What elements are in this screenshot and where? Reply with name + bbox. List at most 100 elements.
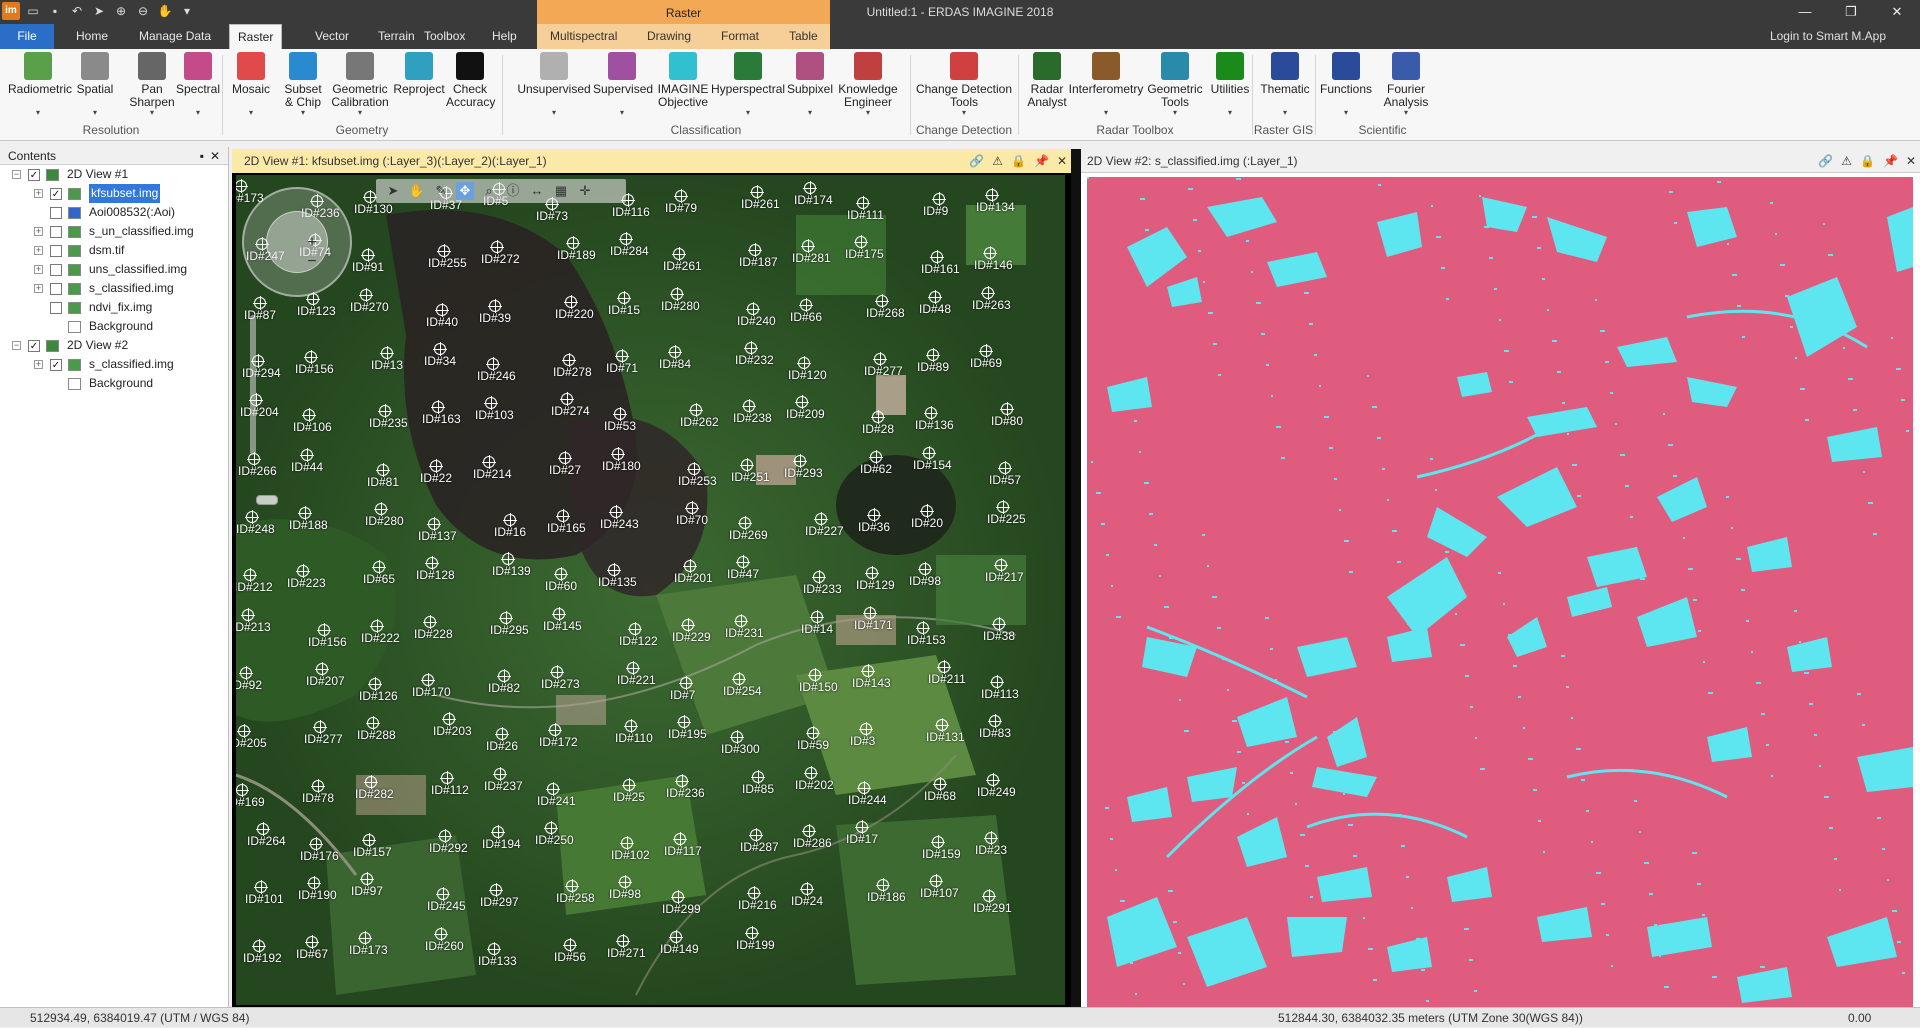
gcp-marker[interactable]: [751, 769, 765, 784]
layer-checkbox[interactable]: ✓: [28, 169, 40, 181]
gcp-marker[interactable]: [358, 930, 372, 945]
chevron-down-icon[interactable]: ▾: [1377, 109, 1435, 117]
gcp-marker[interactable]: [869, 449, 883, 464]
gcp-marker[interactable]: [981, 285, 995, 300]
gcp-marker[interactable]: [564, 294, 578, 309]
gcp-marker[interactable]: [482, 454, 496, 469]
save-icon[interactable]: ▪: [46, 2, 64, 20]
crosshair-icon[interactable]: ✛: [576, 182, 594, 200]
layer-row[interactable]: Aoi008532(:Aoi): [0, 203, 228, 222]
layer-label[interactable]: 2D View #2: [67, 336, 128, 355]
gcp-marker[interactable]: [305, 934, 319, 949]
expand-icon[interactable]: +: [34, 189, 43, 198]
gcp-marker[interactable]: [493, 766, 507, 781]
gcp-marker[interactable]: [563, 937, 577, 952]
chevron-down-icon[interactable]: ▾: [913, 109, 1015, 117]
satellite-image-canvas[interactable]: ID#173ID#236ID#130ID#37ID#5ID#73ID#116ID…: [236, 175, 1065, 1005]
expand-icon[interactable]: +: [34, 227, 43, 236]
gcp-marker[interactable]: [253, 295, 267, 310]
ribbon-button-thematic[interactable]: Thematic ▾: [1257, 52, 1313, 117]
layer-row[interactable]: + ✓ s_classified.img: [0, 355, 228, 374]
ribbon-button-reproject[interactable]: Reproject: [393, 52, 445, 96]
tab-file[interactable]: File: [0, 24, 54, 49]
ribbon-button-interferometry[interactable]: Interferometry ▾: [1068, 52, 1144, 117]
layer-label[interactable]: s_classified.img: [89, 355, 174, 374]
layer-row[interactable]: + dsm.tif: [0, 241, 228, 260]
roam-icon[interactable]: ✥: [456, 182, 474, 200]
zoom-in-icon[interactable]: +: [304, 235, 320, 251]
zoom-slider[interactable]: [250, 315, 278, 505]
gcp-marker[interactable]: [628, 621, 642, 636]
layer-label[interactable]: s_un_classified.img: [89, 222, 194, 241]
gcp-marker[interactable]: [423, 614, 437, 629]
link-icon[interactable]: 🔗: [1818, 149, 1833, 173]
layer-label[interactable]: Aoi008532(:Aoi): [89, 203, 175, 222]
layer-checkbox[interactable]: ✓: [50, 359, 62, 371]
lock-icon[interactable]: 🔒: [1860, 149, 1875, 173]
gcp-marker[interactable]: [793, 453, 807, 468]
chevron-down-icon[interactable]: ▾: [277, 109, 329, 117]
ribbon-button-spatial[interactable]: Spatial ▾: [72, 52, 118, 117]
gcp-marker[interactable]: [998, 460, 1012, 475]
ribbon-button-mosaic[interactable]: Mosaic ▾: [229, 52, 273, 117]
zoom-in-icon[interactable]: ⊕: [112, 2, 130, 20]
classified-image-canvas[interactable]: [1087, 177, 1913, 1007]
gcp-marker[interactable]: [435, 302, 449, 317]
app-icon[interactable]: im: [2, 2, 20, 20]
view-divider[interactable]: [1071, 149, 1081, 1009]
layer-label[interactable]: uns_classified.img: [89, 260, 187, 279]
layer-label[interactable]: kfsubset.img: [89, 184, 161, 203]
pan-icon[interactable]: ✋: [408, 182, 426, 200]
pin-icon[interactable]: 📌: [1883, 149, 1898, 173]
close-icon[interactable]: ✕: [210, 147, 220, 165]
layer-row[interactable]: − ✓ 2D View #2: [0, 336, 228, 355]
gcp-marker[interactable]: [241, 607, 255, 622]
gcp-marker[interactable]: [429, 458, 443, 473]
close-icon[interactable]: ✕: [1057, 149, 1067, 173]
select-icon[interactable]: ➤: [384, 182, 402, 200]
gcp-marker[interactable]: [687, 461, 701, 476]
navigation-widget[interactable]: + −: [242, 187, 352, 297]
layer-label[interactable]: Background: [89, 374, 153, 393]
layer-checkbox[interactable]: [50, 283, 62, 295]
close-button[interactable]: ✕: [1874, 0, 1920, 24]
layer-checkbox[interactable]: [50, 226, 62, 238]
ribbon-button-hyperspectral[interactable]: Hyperspectral ▾: [711, 52, 785, 117]
gcp-marker[interactable]: [434, 926, 448, 941]
gcp-marker[interactable]: [863, 605, 877, 620]
maximize-button[interactable]: ❐: [1828, 0, 1874, 24]
close-icon[interactable]: ✕: [1906, 149, 1916, 173]
chevron-down-icon[interactable]: ▾: [785, 109, 835, 117]
layer-checkbox[interactable]: [50, 264, 62, 276]
ribbon-button-utilities[interactable]: Utilities ▾: [1207, 52, 1253, 117]
gcp-marker[interactable]: [669, 929, 683, 944]
link-icon[interactable]: 🔗: [969, 149, 984, 173]
gcp-marker[interactable]: [487, 941, 501, 956]
open-icon[interactable]: ▭: [24, 2, 42, 20]
gcp-marker[interactable]: [300, 447, 314, 462]
ribbon-button-radiometric[interactable]: Radiometric ▾: [8, 52, 72, 117]
gcp-marker[interactable]: [622, 777, 636, 792]
tab-drawing[interactable]: Drawing: [639, 24, 699, 49]
layer-label[interactable]: s_classified.img: [89, 279, 174, 298]
pan-icon[interactable]: ✋: [156, 2, 174, 20]
gcp-marker[interactable]: [928, 289, 942, 304]
expand-icon[interactable]: +: [34, 284, 43, 293]
gcp-marker[interactable]: [875, 293, 889, 308]
minimize-button[interactable]: —: [1782, 0, 1828, 24]
layer-label[interactable]: ndvi_fix.img: [89, 298, 152, 317]
gcp-marker[interactable]: [364, 774, 378, 789]
chevron-down-icon[interactable]: ▾: [711, 109, 785, 117]
tab-manage-data[interactable]: Manage Data: [131, 24, 219, 49]
gcp-marker[interactable]: [252, 938, 266, 953]
ribbon-button-subpixel[interactable]: Subpixel ▾: [785, 52, 835, 117]
chevron-down-icon[interactable]: ▾: [1319, 109, 1373, 117]
tab-toolbox[interactable]: Toolbox: [416, 24, 473, 49]
pointer-icon[interactable]: ➤: [90, 2, 108, 20]
layer-checkbox[interactable]: [50, 207, 62, 219]
ribbon-button-imagine-objective[interactable]: IMAGINE Objective: [656, 52, 710, 109]
ribbon-button-subset-chip[interactable]: Subset & Chip ▾: [277, 52, 329, 117]
ribbon-button-functions[interactable]: Functions ▾: [1319, 52, 1373, 117]
layer-row[interactable]: ndvi_fix.img: [0, 298, 228, 317]
layer-row[interactable]: − ✓ 2D View #1: [0, 165, 228, 184]
